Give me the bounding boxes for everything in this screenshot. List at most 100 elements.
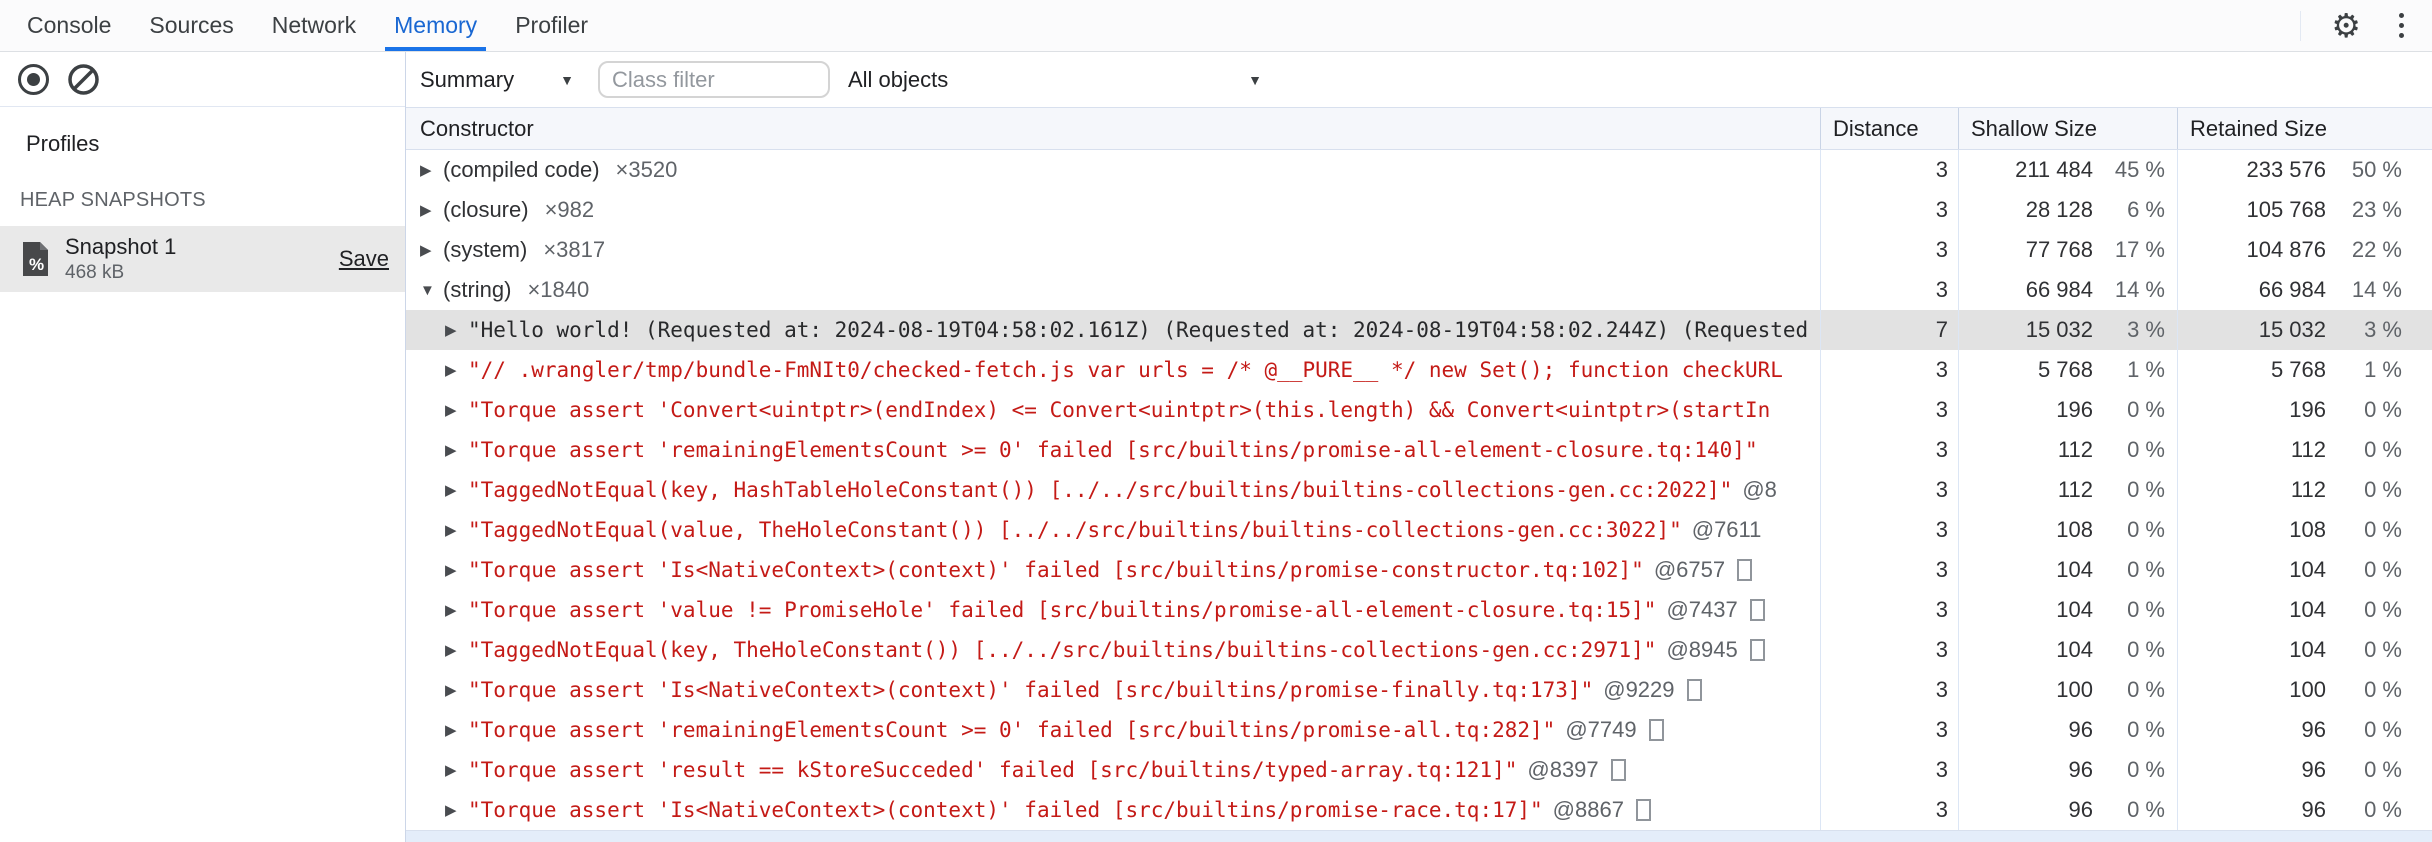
retained-size-cell: 196 0 % <box>2178 390 2432 430</box>
snapshot-item[interactable]: % Snapshot 1 468 kB Save <box>0 226 405 292</box>
distance-value: 3 <box>1935 757 1948 782</box>
shallow-size-value: 96 <box>2068 797 2093 822</box>
panel-tabs: Console Sources Network Memory Profiler <box>8 0 607 51</box>
shallow-size-cell: 112 0 % <box>1959 430 2178 470</box>
retained-size-value: 104 <box>2289 637 2326 662</box>
column-header-constructor[interactable]: Constructor <box>406 108 1821 149</box>
expand-arrow-icon[interactable]: ▶ <box>445 561 468 579</box>
distance-value: 3 <box>1935 197 1948 222</box>
expand-arrow-icon[interactable]: ▶ <box>445 801 468 819</box>
tab-profiler[interactable]: Profiler <box>496 0 607 51</box>
expand-arrow-icon[interactable]: ▶ <box>445 321 468 339</box>
placeholder-box-icon <box>1686 679 1702 701</box>
shallow-size-cell: 100 0 % <box>1959 670 2178 710</box>
shallow-size-cell: 112 0 % <box>1959 470 2178 510</box>
record-heap-snapshot-button[interactable] <box>18 63 49 95</box>
distance-value: 3 <box>1935 517 1948 542</box>
table-row[interactable]: ▶ "TaggedNotEqual(key, TheHoleConstant())… <box>406 630 2432 670</box>
shallow-size-percent: 0 % <box>2127 517 2165 542</box>
table-row[interactable]: ▶ "Torque assert 'value != PromiseHole' f… <box>406 590 2432 630</box>
retained-size-cell: 104 876 22 % <box>2178 230 2432 270</box>
constructor-cell: ▶ "Torque assert 'Is<NativeContext>(conte… <box>406 550 1821 590</box>
table-row[interactable]: ▶ "Torque assert 'result == kStoreSuccede… <box>406 750 2432 790</box>
column-header-shallow-size[interactable]: Shallow Size <box>1959 108 2178 149</box>
constructor-cell: ▶ (system) ×3817 <box>406 230 1821 270</box>
expand-arrow-icon[interactable]: ▶ <box>420 241 443 259</box>
table-row[interactable]: ▶ "TaggedNotEqual(key, HashTableHoleConst… <box>406 470 2432 510</box>
table-row[interactable]: ▶ "// .wrangler/tmp/bundle-FmNIt0/checked… <box>406 350 2432 390</box>
distance-cell: 3 <box>1821 230 1959 270</box>
shallow-size-percent: 6 % <box>2127 197 2165 222</box>
retained-size-percent: 0 % <box>2364 677 2402 702</box>
column-header-distance[interactable]: Distance <box>1821 108 1959 149</box>
dropdown-arrow-icon: ▼ <box>560 71 574 88</box>
retained-size-value: 96 <box>2301 797 2326 822</box>
table-row[interactable]: ▶ "Torque assert 'remainingElementsCount … <box>406 710 2432 750</box>
instance-count: ×1840 <box>527 277 590 302</box>
class-filter-input[interactable] <box>597 61 830 98</box>
string-value: "Torque assert 'Convert<uintptr>(endInde… <box>468 398 1771 422</box>
settings-button[interactable]: ⚙ <box>2331 9 2361 42</box>
tab-network[interactable]: Network <box>253 0 375 51</box>
object-id: @7437 <box>1666 597 1738 622</box>
distance-cell: 3 <box>1821 670 1959 710</box>
expand-arrow-icon[interactable]: ▶ <box>445 601 468 619</box>
constructor-grid: ▶ (compiled code) ×3520 3 211 484 45 % 233 576… <box>406 150 2432 830</box>
shallow-size-value: 112 <box>2057 437 2093 462</box>
table-row[interactable]: ▶ "Torque assert 'Is<NativeContext>(conte… <box>406 790 2432 830</box>
shallow-size-cell: 77 768 17 % <box>1959 230 2178 270</box>
perspective-select[interactable]: Summary ▼ <box>420 67 574 93</box>
string-value: "Torque assert 'remainingElementsCount >… <box>468 718 1556 742</box>
shallow-size-percent: 0 % <box>2127 597 2165 622</box>
table-row[interactable]: ▶ "Torque assert 'Is<NativeContext>(conte… <box>406 550 2432 590</box>
expand-arrow-icon[interactable]: ▶ <box>445 481 468 499</box>
customize-menu-button[interactable] <box>2395 9 2408 42</box>
retained-size-percent: 0 % <box>2364 637 2402 662</box>
tab-console[interactable]: Console <box>8 0 130 51</box>
table-row[interactable]: ▶ (system) ×3817 3 77 768 17 % 104 876 22 % <box>406 230 2432 270</box>
objects-filter-select[interactable]: All objects ▼ <box>848 67 1270 93</box>
retained-size-percent: 0 % <box>2364 597 2402 622</box>
expand-arrow-icon[interactable]: ▶ <box>445 521 468 539</box>
expand-arrow-icon[interactable]: ▶ <box>445 401 468 419</box>
table-row[interactable]: ▶ "Torque assert 'Is<NativeContext>(conte… <box>406 670 2432 710</box>
retained-size-value: 15 032 <box>2258 317 2326 342</box>
save-link[interactable]: Save <box>339 246 389 272</box>
table-row[interactable]: ▶ "TaggedNotEqual(value, TheHoleConstant(… <box>406 510 2432 550</box>
retained-size-value: 104 <box>2289 597 2326 622</box>
expand-arrow-icon[interactable]: ▶ <box>445 721 468 739</box>
expand-arrow-icon[interactable]: ▶ <box>445 441 468 459</box>
expand-arrow-icon[interactable]: ▶ <box>420 161 443 179</box>
table-row[interactable]: ▶ (closure) ×982 3 28 128 6 % 105 768 23 % <box>406 190 2432 230</box>
table-row[interactable]: ▼ (string) ×1840 3 66 984 14 % 66 984 14 % <box>406 270 2432 310</box>
expand-arrow-icon[interactable]: ▶ <box>420 201 443 219</box>
shallow-size-cell: 66 984 14 % <box>1959 270 2178 310</box>
expand-arrow-icon[interactable]: ▼ <box>420 282 443 299</box>
shallow-size-value: 104 <box>2056 597 2093 622</box>
distance-value: 3 <box>1935 357 1948 382</box>
column-header-retained-size[interactable]: Retained Size <box>2178 108 2432 149</box>
distance-value: 3 <box>1935 397 1948 422</box>
clear-profiles-button[interactable] <box>67 63 100 96</box>
expand-arrow-icon[interactable]: ▶ <box>445 361 468 379</box>
distance-cell: 3 <box>1821 590 1959 630</box>
placeholder-box-icon <box>1737 559 1753 581</box>
shallow-size-cell: 108 0 % <box>1959 510 2178 550</box>
tab-sources[interactable]: Sources <box>130 0 252 51</box>
tab-memory[interactable]: Memory <box>375 0 496 51</box>
retained-size-value: 196 <box>2289 397 2326 422</box>
table-row[interactable]: ▶ "Torque assert 'Convert<uintptr>(endInd… <box>406 390 2432 430</box>
shallow-size-value: 77 768 <box>2025 237 2093 262</box>
expand-arrow-icon[interactable]: ▶ <box>445 681 468 699</box>
snapshot-text: Snapshot 1 468 kB <box>65 234 176 284</box>
table-row[interactable]: ▶ "Hello world! (Requested at: 2024-08-19… <box>406 310 2432 350</box>
expand-arrow-icon[interactable]: ▶ <box>445 641 468 659</box>
table-row[interactable]: ▶ (compiled code) ×3520 3 211 484 45 % 233 576… <box>406 150 2432 190</box>
retained-size-value: 108 <box>2289 517 2326 542</box>
expand-arrow-icon[interactable]: ▶ <box>445 761 468 779</box>
snapshot-toolbar: Summary ▼ All objects ▼ <box>406 52 2432 107</box>
retained-size-cell: 112 0 % <box>2178 470 2432 510</box>
retained-size-value: 105 768 <box>2246 197 2326 222</box>
constructor-cell: ▶ (closure) ×982 <box>406 190 1821 230</box>
table-row[interactable]: ▶ "Torque assert 'remainingElementsCount … <box>406 430 2432 470</box>
